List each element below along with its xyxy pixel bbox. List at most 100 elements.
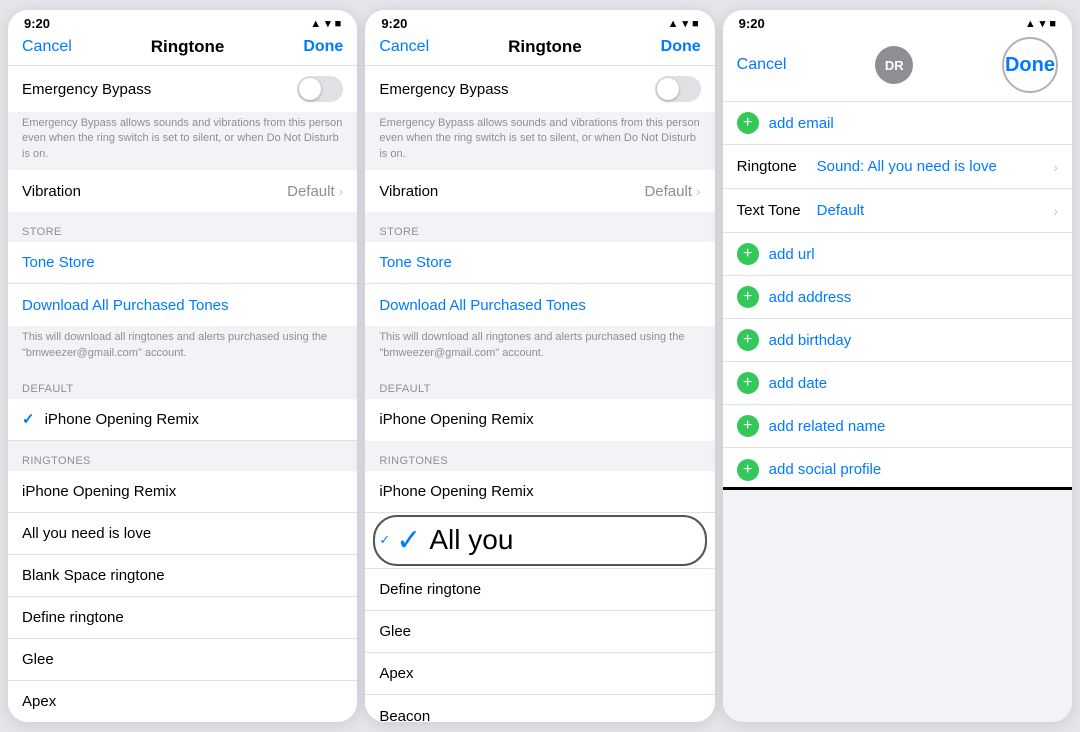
cancel-button-3[interactable]: Cancel — [737, 56, 787, 74]
toggle-container-2 — [655, 76, 701, 102]
ringtone-value: Sound: All you need is love — [817, 158, 1050, 175]
add-url-plus-icon: + — [737, 243, 759, 265]
nav-title-1: Ringtone — [151, 37, 225, 57]
ringtone-row-allyouneed[interactable]: All you need is love — [8, 513, 357, 555]
default-ringtone-row-2[interactable]: iPhone Opening Remix — [365, 399, 714, 441]
done-button-3[interactable]: Done — [1002, 37, 1058, 93]
add-birthday-plus-icon: + — [737, 329, 759, 351]
emergency-section-1: Emergency Bypass — [8, 66, 357, 112]
emergency-section-2: Emergency Bypass — [365, 66, 714, 112]
nav-bar-2: Cancel Ringtone Done — [365, 33, 714, 66]
emergency-bypass-row-2: Emergency Bypass — [365, 66, 714, 112]
tone-store-row-2[interactable]: Tone Store — [365, 242, 714, 284]
ringtone-row-2-apex[interactable]: Apex — [365, 653, 714, 695]
text-tone-chevron: › — [1053, 203, 1058, 219]
ringtone-row-define[interactable]: Define ringtone — [8, 597, 357, 639]
vibration-row-2[interactable]: Vibration Default › — [365, 170, 714, 212]
ringtone-label: Ringtone — [737, 158, 817, 175]
ringtone-row-apex[interactable]: Apex — [8, 681, 357, 722]
ringtone-row-2-beacon[interactable]: Beacon — [365, 695, 714, 722]
vibration-section-2: Vibration Default › — [365, 170, 714, 212]
emergency-label-1: Emergency Bypass — [22, 81, 297, 98]
screens-container: 9:20 ▲ ▾ ■ Cancel Ringtone Done Emergenc… — [0, 0, 1080, 732]
ringtone-row-2-define[interactable]: Define ringtone — [365, 569, 714, 611]
add-date-section: + add date — [723, 362, 1072, 405]
add-date-row[interactable]: + add date — [723, 362, 1072, 405]
add-birthday-row[interactable]: + add birthday — [723, 319, 1072, 362]
screen-3: 9:20 ▲ ▾ ■ Cancel DR Done + add email — [723, 10, 1072, 722]
store-header-1: STORE — [8, 212, 357, 242]
status-icons-1: ▲ ▾ ■ — [310, 17, 341, 30]
emergency-toggle-1[interactable] — [297, 76, 343, 102]
emergency-label-2: Emergency Bypass — [379, 81, 654, 98]
highlighted-ringtone-text: All you — [429, 524, 513, 556]
download-row-2[interactable]: Download All Purchased Tones — [365, 284, 714, 326]
wifi-icon-3: ▾ — [1040, 17, 1046, 30]
default-header-1: DEFAULT — [8, 369, 357, 399]
default-ringtone-row-1[interactable]: ✓ iPhone Opening Remix — [8, 399, 357, 441]
time-1: 9:20 — [24, 16, 50, 31]
status-bar-2: 9:20 ▲ ▾ ■ — [365, 10, 714, 33]
emergency-bypass-row-1: Emergency Bypass — [8, 66, 357, 112]
small-check-icon: ✓ — [379, 532, 390, 548]
add-date-label: add date — [769, 375, 827, 392]
wifi-icon-1: ▾ — [325, 17, 331, 30]
screen-content-2: Emergency Bypass Emergency Bypass allows… — [365, 66, 714, 722]
ringtone-row[interactable]: Ringtone Sound: All you need is love › — [723, 145, 1072, 189]
vibration-row-1[interactable]: Vibration Default › — [8, 170, 357, 212]
download-subtext-1: This will download all ringtones and ale… — [8, 326, 357, 369]
add-address-label: add address — [769, 289, 852, 306]
ringtone-row-glee[interactable]: Glee — [8, 639, 357, 681]
add-related-section: + add related name — [723, 405, 1072, 448]
status-icons-3: ▲ ▾ ■ — [1025, 17, 1056, 30]
signal-icon-3: ▲ — [1025, 18, 1036, 30]
battery-icon-2: ■ — [692, 18, 699, 30]
add-social-row[interactable]: + add social profile — [723, 448, 1072, 490]
status-bar-3: 9:20 ▲ ▾ ■ — [723, 10, 1072, 33]
tone-store-label-1: Tone Store — [22, 254, 343, 271]
vibration-label-2: Vibration — [379, 183, 644, 200]
time-3: 9:20 — [739, 16, 765, 31]
ringtones-section-1: iPhone Opening Remix All you need is lov… — [8, 471, 357, 722]
cancel-button-2[interactable]: Cancel — [379, 38, 429, 56]
nav-title-2: Ringtone — [508, 37, 582, 57]
default-ringtone-label-2: iPhone Opening Remix — [379, 411, 700, 428]
download-label-2: Download All Purchased Tones — [379, 297, 700, 314]
cancel-button-1[interactable]: Cancel — [22, 38, 72, 56]
add-address-plus-icon: + — [737, 286, 759, 308]
screen-content-1: Emergency Bypass Emergency Bypass allows… — [8, 66, 357, 722]
ringtone-row-2-iphone[interactable]: iPhone Opening Remix — [365, 471, 714, 513]
add-social-plus-icon: + — [737, 459, 759, 481]
vibration-value-1: Default — [287, 183, 335, 200]
oval-outline — [373, 515, 706, 566]
ringtone-row-iphone[interactable]: iPhone Opening Remix — [8, 471, 357, 513]
battery-icon-3: ■ — [1049, 18, 1056, 30]
add-birthday-label: add birthday — [769, 332, 852, 349]
done-button-2[interactable]: Done — [661, 38, 701, 56]
emergency-toggle-2[interactable] — [655, 76, 701, 102]
add-address-row[interactable]: + add address — [723, 276, 1072, 319]
screen-1: 9:20 ▲ ▾ ■ Cancel Ringtone Done Emergenc… — [8, 10, 357, 722]
signal-icon-2: ▲ — [668, 18, 679, 30]
default-ringtone-label-1: iPhone Opening Remix — [45, 411, 199, 428]
ringtone-row-2-glee[interactable]: Glee — [365, 611, 714, 653]
toggle-container-1 — [297, 76, 343, 102]
text-tone-row[interactable]: Text Tone Default › — [723, 189, 1072, 233]
tone-store-row-1[interactable]: Tone Store — [8, 242, 357, 284]
add-related-row[interactable]: + add related name — [723, 405, 1072, 448]
vibration-value-2: Default — [644, 183, 692, 200]
contact-nav: Cancel DR Done — [723, 33, 1072, 102]
add-url-row[interactable]: + add url — [723, 233, 1072, 276]
add-email-row[interactable]: + add email — [723, 102, 1072, 145]
done-button-1[interactable]: Done — [303, 38, 343, 56]
ringtone-row-2-highlighted[interactable]: ✓ ✓ All you — [365, 513, 714, 569]
vibration-chevron-2: › — [696, 183, 701, 199]
store-section-2: Tone Store Download All Purchased Tones — [365, 242, 714, 326]
add-email-section: + add email — [723, 102, 1072, 145]
add-address-section: + add address — [723, 276, 1072, 319]
add-email-plus-icon: + — [737, 112, 759, 134]
signal-icon-1: ▲ — [310, 18, 321, 30]
ringtone-row-blank[interactable]: Blank Space ringtone — [8, 555, 357, 597]
download-row-1[interactable]: Download All Purchased Tones — [8, 284, 357, 326]
store-section-1: Tone Store Download All Purchased Tones — [8, 242, 357, 326]
